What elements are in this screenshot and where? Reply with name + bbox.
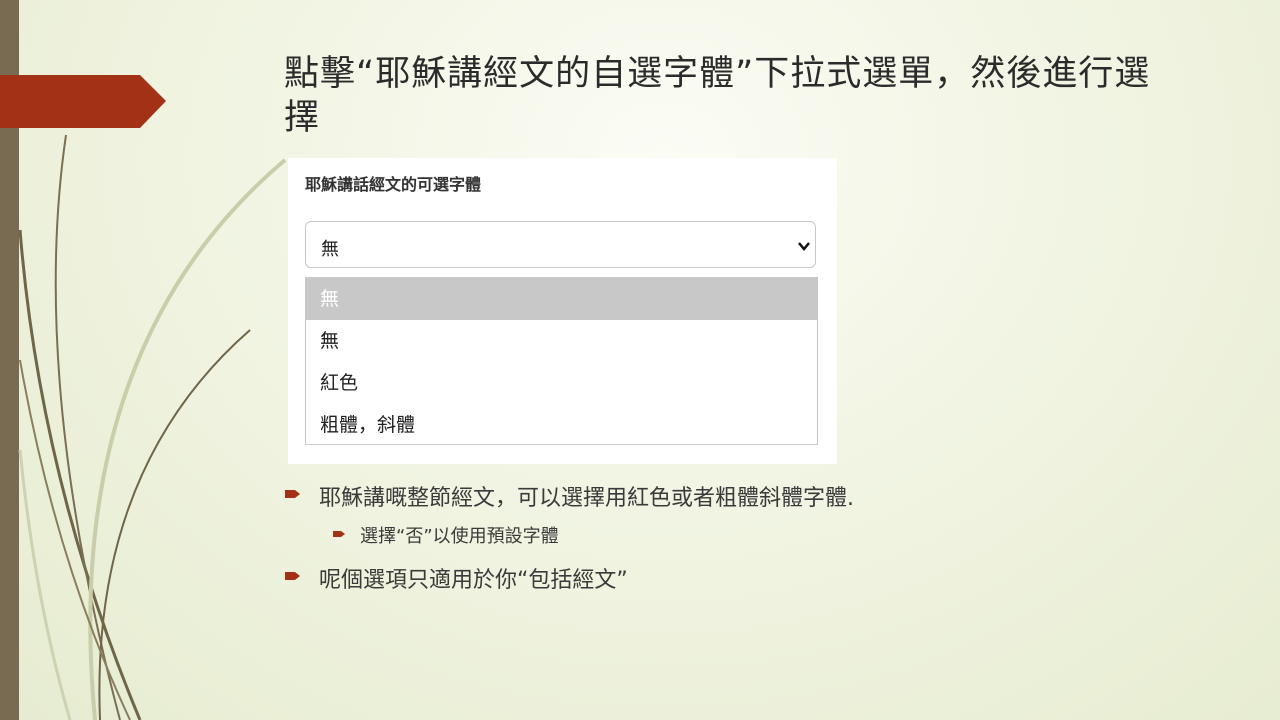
bullet-arrow-icon [284, 480, 302, 516]
title-arrow-marker [0, 75, 166, 128]
bullet-item: 耶穌講嘅整節經文，可以選擇用紅色或者粗體斜體字體. [284, 480, 854, 512]
bullet-item: 呢個選項只適用於你“包括經文” [284, 562, 628, 594]
font-select-value: 無 [321, 239, 339, 260]
bullet-arrow-icon [332, 522, 348, 551]
font-option-none[interactable]: 無 [306, 320, 817, 362]
font-option-none-highlighted[interactable]: 無 [306, 278, 817, 320]
font-option-list: 無 無 紅色 粗體，斜體 [305, 277, 818, 445]
font-option-bold-italic[interactable]: 粗體，斜體 [306, 404, 817, 446]
font-select-screenshot: 耶穌講話經文的可選字體 無 無 無 紅色 粗體，斜體 [288, 158, 837, 464]
slide-title: 點擊“耶穌講經文的自選字體”下拉式選單，然後進行選擇 [284, 54, 1151, 138]
bullet-text: 選擇“否”以使用預設字體 [360, 526, 559, 547]
font-option-red[interactable]: 紅色 [306, 362, 817, 404]
font-select-label: 耶穌講話經文的可選字體 [305, 175, 482, 194]
sub-bullet-item: 選擇“否”以使用預設字體 [332, 522, 559, 548]
bullet-arrow-icon [284, 562, 302, 598]
bullet-text: 耶穌講嘅整節經文，可以選擇用紅色或者粗體斜體字體. [319, 486, 854, 511]
chevron-down-icon [797, 238, 811, 257]
font-select-dropdown[interactable]: 無 [305, 221, 816, 268]
decorative-grass-lines [0, 75, 287, 720]
bullet-text: 呢個選項只適用於你“包括經文” [319, 568, 628, 593]
